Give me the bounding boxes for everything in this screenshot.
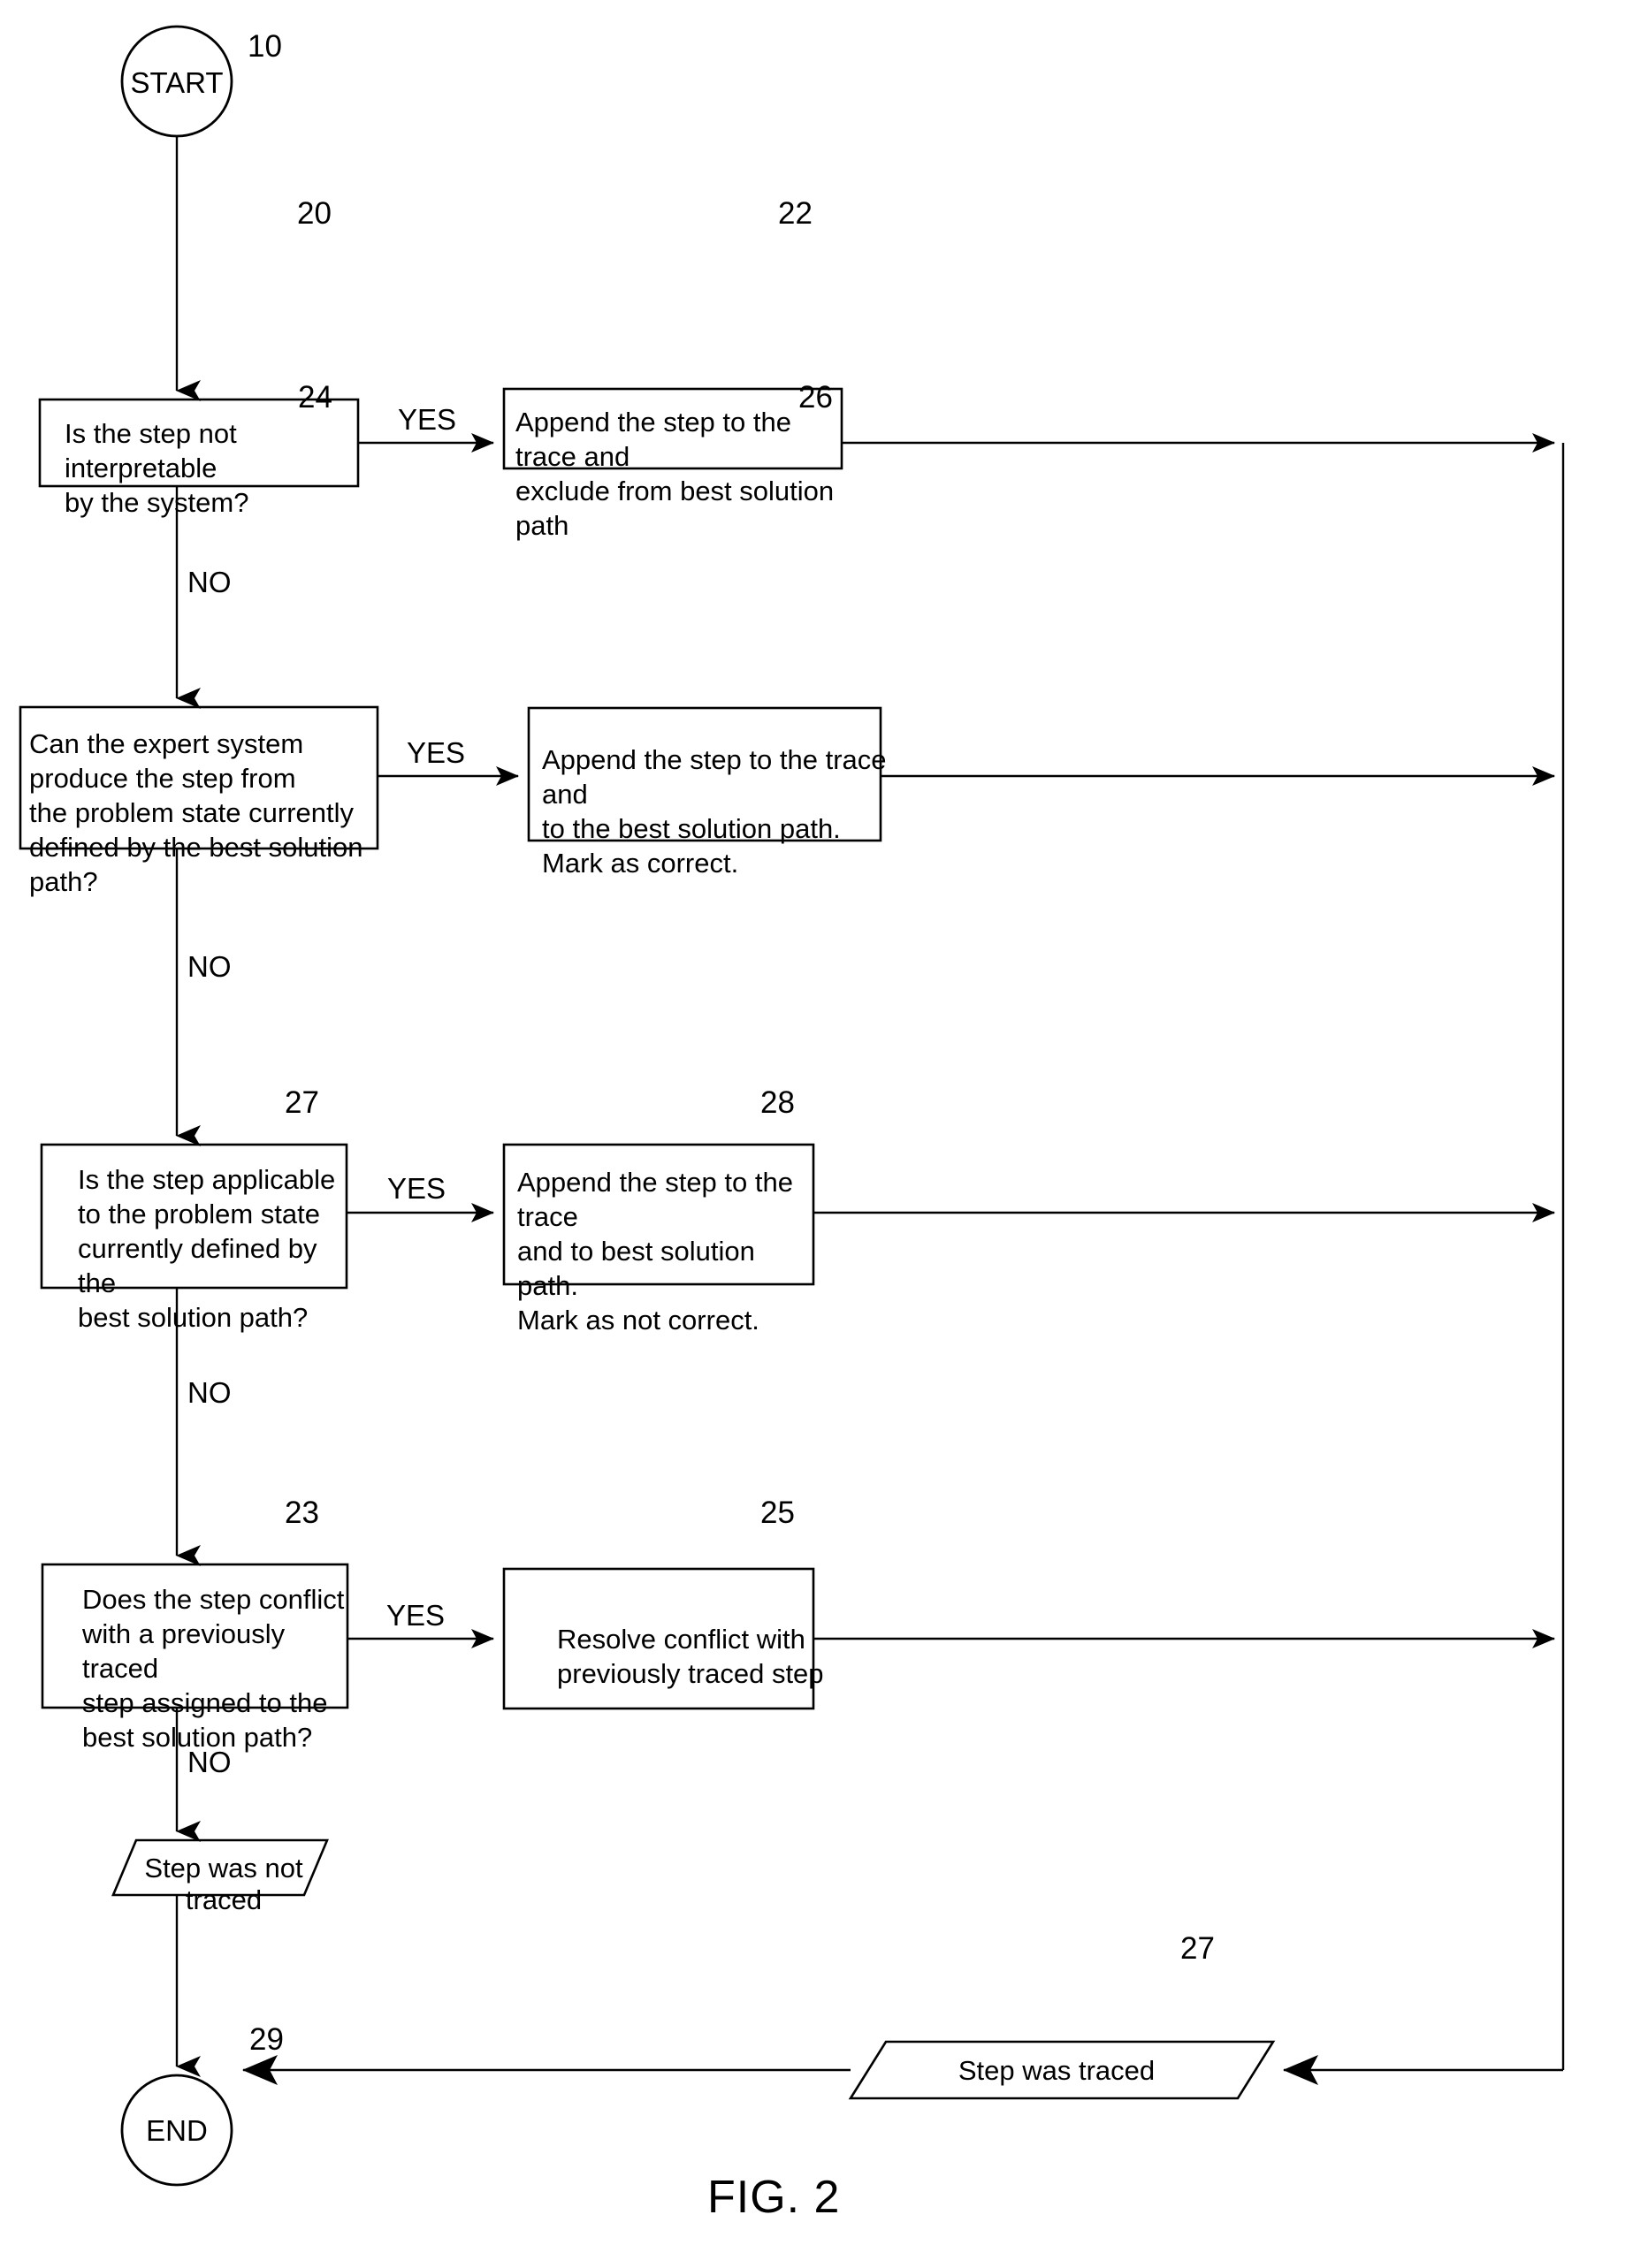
process-22-label: Append the step to the trace and exclude… xyxy=(515,407,835,541)
edge-label-yes-20: YES xyxy=(398,403,457,436)
process-25-label: Resolve conflict with previously traced … xyxy=(557,1624,824,1689)
ref-number-29: 29 xyxy=(249,2022,284,2057)
edge-label-no-23: NO xyxy=(187,1746,232,1778)
io-not-traced-label: Step was not traced xyxy=(144,1853,303,1915)
edge-label-no-24: NO xyxy=(187,950,232,983)
figure-page: START 10 20 Is the step not interpretabl… xyxy=(0,0,1633,2268)
edge-label-no-20: NO xyxy=(187,566,232,598)
ref-number-10: 10 xyxy=(248,29,282,64)
decision-23-label: Does the step conflict with a previously… xyxy=(82,1584,345,1753)
io-traced-label: Step was traced xyxy=(958,2055,1156,2086)
decision-27-label: Is the step applicable to the problem st… xyxy=(78,1164,336,1333)
ref-number-28: 28 xyxy=(760,1085,795,1120)
decision-20-label: Is the step not interpretable by the sys… xyxy=(65,418,249,518)
figure-caption: FIG. 2 xyxy=(707,2172,841,2223)
process-28-label: Append the step to the trace and to best… xyxy=(517,1167,793,1336)
flowchart-canvas xyxy=(19,25,1565,2187)
ref-number-23: 23 xyxy=(285,1496,319,1530)
edge-label-yes-23: YES xyxy=(386,1599,446,1632)
edge-label-no-27: NO xyxy=(187,1376,232,1409)
ref-number-24: 24 xyxy=(298,380,332,415)
start-node-label: START xyxy=(130,66,224,99)
ref-number-26: 26 xyxy=(798,380,833,415)
ref-number-20: 20 xyxy=(297,196,332,231)
edge-label-yes-27: YES xyxy=(387,1172,446,1205)
ref-number-22: 22 xyxy=(778,196,813,231)
end-node-label: END xyxy=(146,2114,208,2147)
ref-number-27b: 27 xyxy=(1180,1931,1215,1966)
ref-number-27: 27 xyxy=(285,1085,319,1120)
decision-24-label: Can the expert system produce the step f… xyxy=(29,728,363,897)
ref-number-25: 25 xyxy=(760,1496,795,1530)
process-26-label: Append the step to the trace and to the … xyxy=(542,744,887,879)
edge-label-yes-24: YES xyxy=(407,736,466,769)
